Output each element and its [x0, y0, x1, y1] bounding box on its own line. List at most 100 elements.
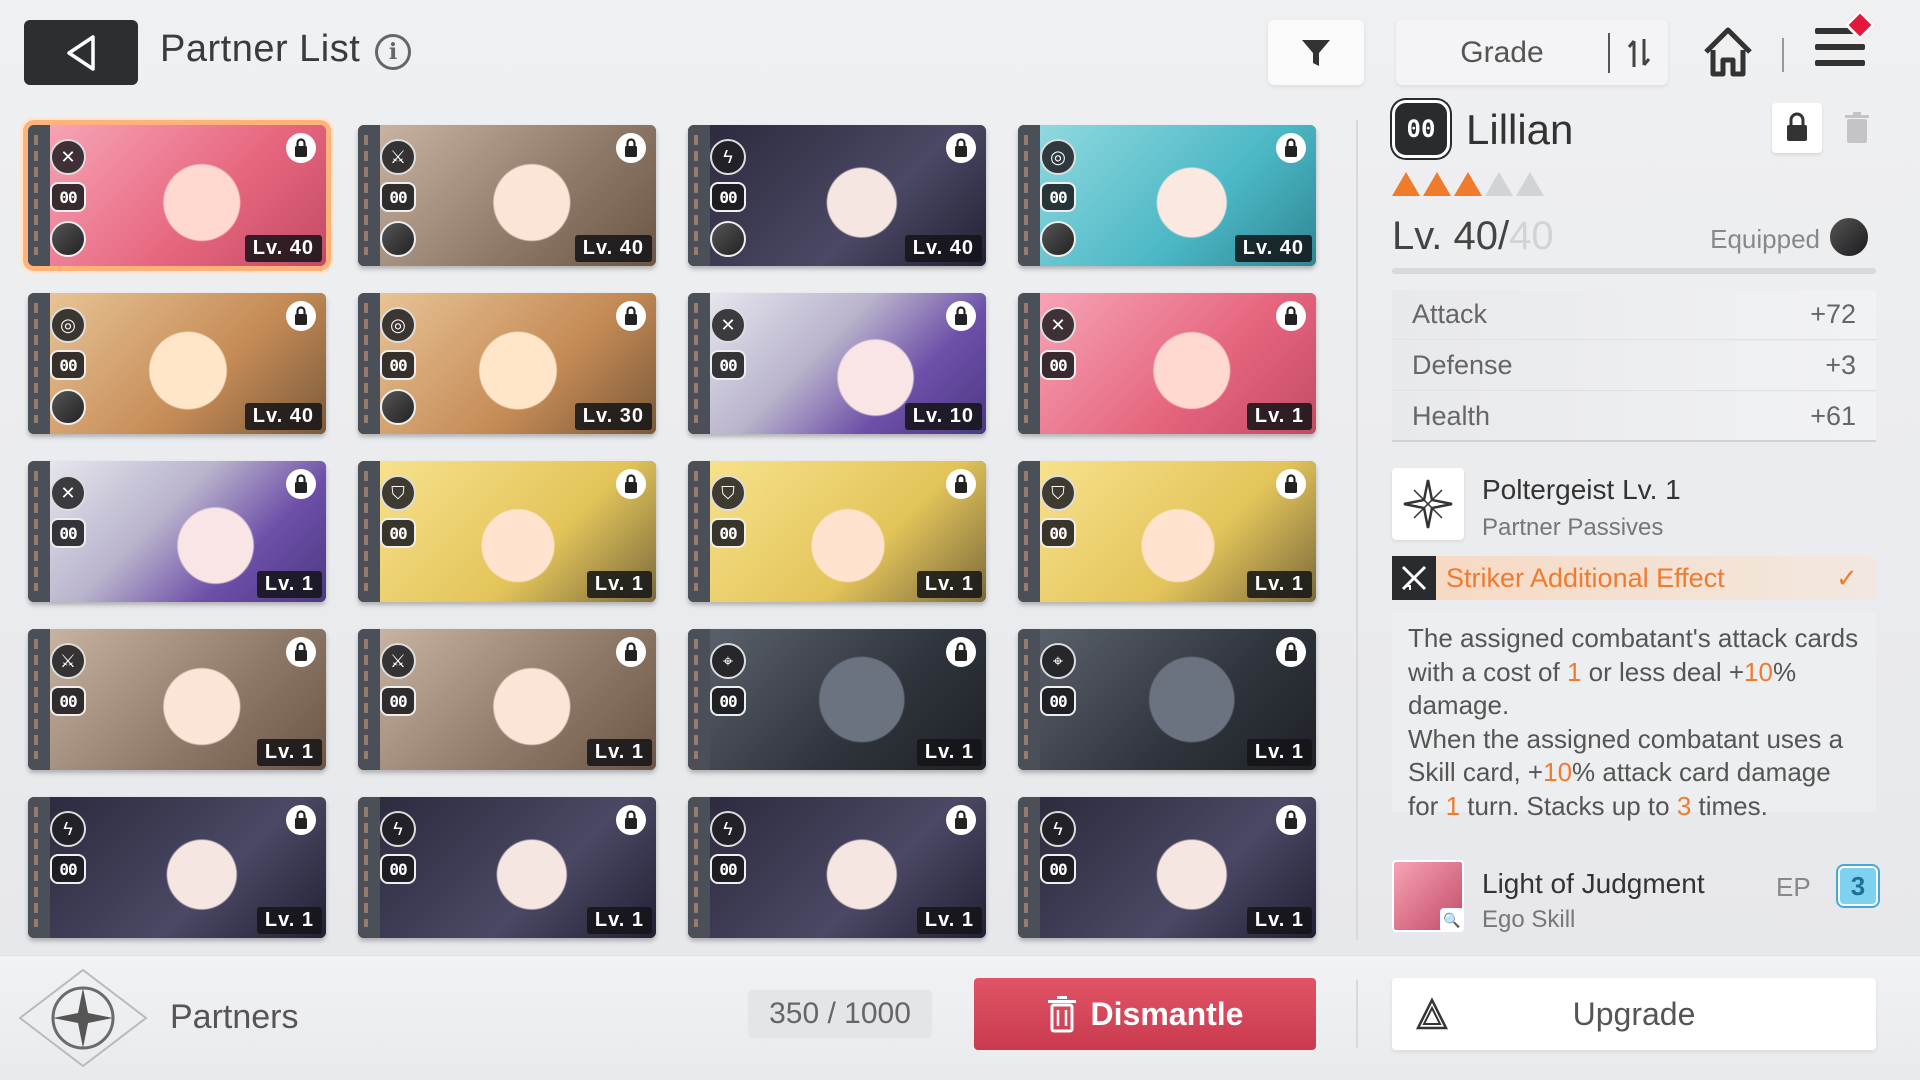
effect-title: Striker Additional Effect [1446, 562, 1725, 593]
rarity-badge: 00 [380, 350, 416, 380]
lock-button[interactable] [1772, 103, 1822, 153]
trash-icon [1845, 112, 1869, 143]
card-strip [688, 461, 710, 602]
lock-icon[interactable] [286, 469, 316, 499]
stats-list: Attack +72 Defense +3 Health +61 [1392, 290, 1876, 443]
rarity-badge: 00 [1040, 350, 1076, 380]
partner-card[interactable]: ✕ 00 Lv. 1 [28, 461, 326, 602]
card-strip [28, 797, 50, 938]
filter-button[interactable] [1268, 20, 1364, 85]
partner-card[interactable]: ◎ 00 Lv. 40 [28, 293, 326, 434]
lock-icon[interactable] [946, 133, 976, 163]
lock-icon[interactable] [616, 805, 646, 835]
lock-icon[interactable] [946, 637, 976, 667]
ego-skill[interactable]: 🔍 Light of Judgment Ego Skill EP 3 [1392, 860, 1878, 938]
lock-icon[interactable] [1276, 301, 1306, 331]
level-max: 40 [1509, 214, 1554, 258]
ego-subtitle: Ego Skill [1482, 906, 1576, 933]
level-label: Lv. 40 [1234, 235, 1312, 262]
equipped-avatar [380, 389, 416, 425]
partner-card[interactable]: ◎ 00 Lv. 30 [358, 293, 656, 434]
partner-card[interactable]: ◎ 00 Lv. 40 [1018, 125, 1316, 266]
level-label: Lv. 40 [244, 403, 322, 430]
dismantle-button[interactable]: Dismantle [974, 978, 1316, 1050]
partner-card[interactable]: ϟ 00 Lv. 1 [1018, 797, 1316, 938]
lock-icon[interactable] [286, 301, 316, 331]
delete-button[interactable] [1834, 103, 1880, 153]
card-strip [1018, 629, 1040, 770]
back-arrow-icon [67, 34, 95, 71]
card-strip [1018, 461, 1040, 602]
lock-icon[interactable] [286, 637, 316, 667]
stat-label: Defense [1412, 350, 1513, 380]
lock-icon[interactable] [616, 133, 646, 163]
home-icon[interactable] [1700, 24, 1756, 80]
info-icon[interactable]: i [375, 34, 411, 70]
sort-direction-toggle[interactable] [1608, 32, 1668, 73]
partner-card[interactable]: ⛉ 00 Lv. 1 [1018, 461, 1316, 602]
ranger-role-icon: ⛉ [710, 475, 746, 511]
back-button[interactable] [24, 20, 138, 85]
equipped-label: Equipped [1710, 224, 1820, 254]
menu-icon[interactable] [1815, 9, 1876, 78]
passive-skill[interactable]: Poltergeist Lv. 1 Partner Passives [1392, 468, 1876, 546]
partner-card[interactable]: ✕ 00 Lv. 1 [1018, 293, 1316, 434]
level-label: Lv. 1 [916, 571, 982, 598]
partner-card[interactable]: ⚔ 00 Lv. 1 [358, 629, 656, 770]
card-strip [358, 461, 380, 602]
rarity-badge: 00 [710, 182, 746, 212]
partner-card[interactable]: ϟ 00 Lv. 1 [688, 797, 986, 938]
card-strip [28, 461, 50, 602]
partner-card[interactable]: ⛉ 00 Lv. 1 [358, 461, 656, 602]
psionic-role-icon: ⌖ [710, 643, 746, 679]
rarity-badge: 00 [50, 686, 86, 716]
lock-icon[interactable] [616, 637, 646, 667]
lock-icon[interactable] [616, 301, 646, 331]
effect-text: turn. Stacks up to [1460, 790, 1677, 821]
lock-icon[interactable] [946, 469, 976, 499]
partner-card[interactable]: ϟ 00 Lv. 1 [28, 797, 326, 938]
rarity-badge: 00 [380, 854, 416, 884]
rarity-badge: 00 [380, 182, 416, 212]
level-label: Lv. 1 [1246, 571, 1312, 598]
lock-icon[interactable] [286, 805, 316, 835]
level-label: Lv. 30 [574, 403, 652, 430]
upgrade-button[interactable]: Upgrade [1392, 978, 1876, 1050]
upgrade-label: Upgrade [1572, 995, 1696, 1032]
level-label: Lv. 40 [244, 235, 322, 262]
card-strip [28, 293, 50, 434]
partner-card[interactable]: ⚔ 00 Lv. 40 [358, 125, 656, 266]
partner-card[interactable]: ⌖ 00 Lv. 1 [688, 629, 986, 770]
vanguard-role-icon: ⚔ [380, 643, 416, 679]
level-label: Lv. 1 [586, 571, 652, 598]
card-strip [358, 125, 380, 266]
partner-card[interactable]: ϟ 00 Lv. 1 [358, 797, 656, 938]
partner-card[interactable]: ✕ 00 Lv. 10 [688, 293, 986, 434]
sort-label: Grade [1460, 35, 1544, 69]
lock-icon[interactable] [1276, 469, 1306, 499]
lock-icon[interactable] [286, 133, 316, 163]
striker-role-icon: ✕ [1040, 307, 1076, 343]
ego-title: Light of Judgment [1482, 868, 1705, 899]
lock-icon[interactable] [1276, 805, 1306, 835]
partner-card[interactable]: ⚔ 00 Lv. 1 [28, 629, 326, 770]
lock-icon[interactable] [946, 301, 976, 331]
ranger-role-icon: ⛉ [1040, 475, 1076, 511]
magnify-icon[interactable]: 🔍 [1440, 908, 1464, 932]
partner-card[interactable]: ⛉ 00 Lv. 1 [688, 461, 986, 602]
equipped-avatar[interactable] [1828, 216, 1870, 258]
striker-effect-header[interactable]: Striker Additional Effect ✓ [1392, 556, 1876, 600]
lock-icon[interactable] [1276, 133, 1306, 163]
lock-icon[interactable] [616, 469, 646, 499]
lock-icon[interactable] [1276, 637, 1306, 667]
partner-card[interactable]: ✕ 00 Lv. 40 [23, 120, 331, 271]
partner-card[interactable]: ⌖ 00 Lv. 1 [1018, 629, 1316, 770]
partner-card[interactable]: ϟ 00 Lv. 40 [688, 125, 986, 266]
ep-value: 3 [1838, 866, 1878, 906]
star-filled-icon [1423, 172, 1451, 196]
lock-icon[interactable] [946, 805, 976, 835]
panel-separator [1356, 120, 1358, 940]
sort-button[interactable]: Grade [1396, 20, 1668, 85]
star-rating [1392, 172, 1544, 196]
level-label: Lv. 40 [904, 235, 982, 262]
